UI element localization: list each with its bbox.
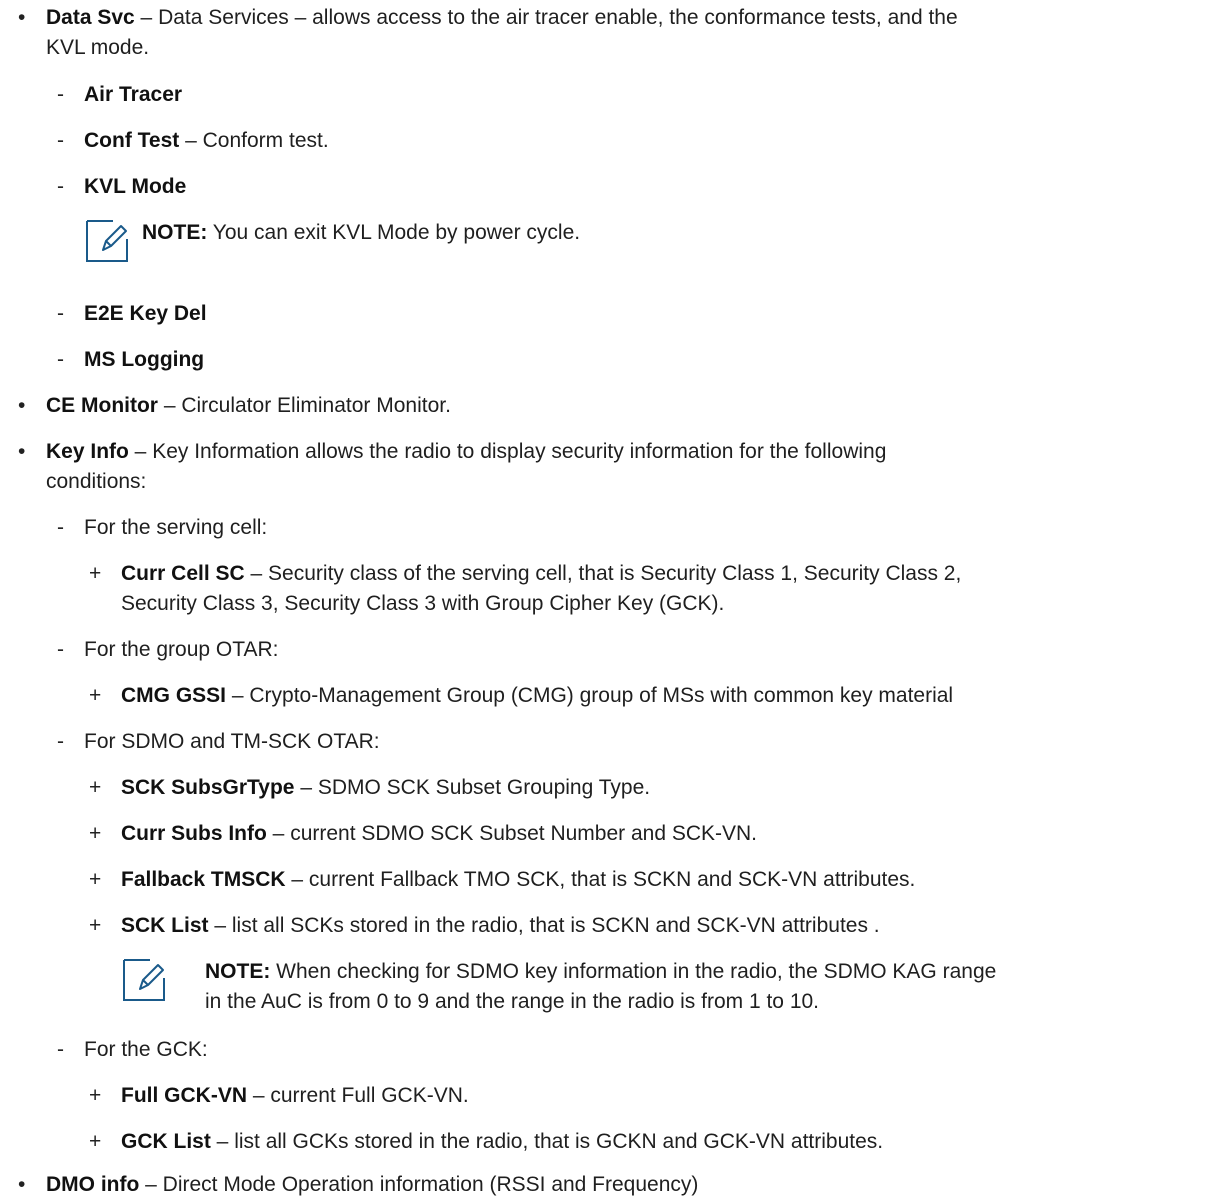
item-term: SCK List — [121, 914, 209, 937]
subitem-air-tracer: Air Tracer — [84, 80, 182, 110]
dmo-info-desc: – Direct Mode Operation information (RSS… — [139, 1173, 699, 1196]
dash-marker: - — [57, 175, 64, 198]
serving-cell-label: For the serving cell: — [84, 516, 268, 539]
item-term: GCK List — [121, 1130, 211, 1153]
dash-marker: - — [57, 516, 64, 539]
cmg-gssi-line: CMG GSSI – Crypto-Management Group (CMG)… — [121, 681, 953, 711]
subitem-conf-test: Conf Test – Conform test. — [84, 126, 329, 156]
dash-marker: - — [57, 638, 64, 661]
note-kvl: NOTE: You can exit KVL Mode by power cyc… — [142, 218, 580, 248]
plus-marker: + — [89, 914, 102, 937]
note-text: You can exit KVL Mode by power cycle. — [207, 221, 581, 244]
item-desc: – list all SCKs stored in the radio, tha… — [208, 914, 880, 937]
ce-monitor-line: CE Monitor – Circulator Eliminator Monit… — [46, 391, 451, 421]
subitem-term: MS Logging — [84, 348, 205, 371]
subitem-term: Air Tracer — [84, 83, 183, 106]
item-term: CMG GSSI — [121, 684, 227, 707]
subitem-kvl-mode: KVL Mode — [84, 172, 186, 202]
bullet-marker: • — [18, 394, 26, 417]
item-desc: – current Full GCK-VN. — [247, 1084, 469, 1107]
sdmo-label: For SDMO and TM-SCK OTAR: — [84, 730, 380, 753]
dmo-info-term: DMO info — [46, 1173, 140, 1196]
subitem-e2e-key-del: E2E Key Del — [84, 299, 207, 329]
note-pencil-icon — [123, 959, 165, 1001]
subitem-term: Conf Test — [84, 129, 180, 152]
subitem-term: KVL Mode — [84, 175, 187, 198]
item-term: Fallback TMSCK — [121, 868, 286, 891]
item-term: Full GCK-VN — [121, 1084, 247, 1107]
bullet-marker: • — [18, 440, 26, 463]
note-sdmo-line1: NOTE: When checking for SDMO key informa… — [205, 957, 996, 987]
dash-marker: - — [57, 129, 64, 152]
item-term: Curr Subs Info — [121, 822, 267, 845]
note-text: When checking for SDMO key information i… — [270, 960, 997, 983]
curr-subs-info-line: Curr Subs Info – current SDMO SCK Subset… — [121, 819, 757, 849]
bullet-marker: • — [18, 6, 26, 29]
plus-marker: + — [89, 868, 102, 891]
sck-subsgrtype-line: SCK SubsGrType – SDMO SCK Subset Groupin… — [121, 773, 650, 803]
curr-cell-sc-line2: Security Class 3, Security Class 3 with … — [121, 592, 725, 615]
dash-marker: - — [57, 83, 64, 106]
ce-monitor-desc: – Circulator Eliminator Monitor. — [157, 394, 451, 417]
dash-marker: - — [57, 348, 64, 371]
plus-marker: + — [89, 1084, 102, 1107]
note-sdmo-line2: in the AuC is from 0 to 9 and the range … — [205, 990, 820, 1013]
item-desc: – current SDMO SCK Subset Number and SCK… — [266, 822, 758, 845]
dash-marker: - — [57, 730, 64, 753]
bullet-marker: • — [18, 1173, 26, 1196]
curr-cell-sc-line1: Curr Cell SC – Security class of the ser… — [121, 559, 961, 589]
gck-list-line: GCK List – list all GCKs stored in the r… — [121, 1127, 883, 1157]
subitem-ms-logging: MS Logging — [84, 345, 204, 375]
item-desc: – SDMO SCK Subset Grouping Type. — [294, 776, 651, 799]
key-info-line2: conditions: — [46, 470, 147, 493]
key-info-term: Key Info — [46, 440, 129, 463]
data-svc-term: Data Svc — [46, 6, 135, 29]
ce-monitor-term: CE Monitor — [46, 394, 158, 417]
item-term: SCK SubsGrType — [121, 776, 295, 799]
plus-marker: + — [89, 776, 102, 799]
item-desc: – current Fallback TMO SCK, that is SCKN… — [285, 868, 916, 891]
sck-list-line: SCK List – list all SCKs stored in the r… — [121, 911, 880, 941]
gck-label: For the GCK: — [84, 1038, 208, 1061]
data-svc-desc: – Data Services – allows access to the a… — [134, 6, 958, 29]
item-term: Curr Cell SC — [121, 562, 245, 585]
plus-marker: + — [89, 684, 102, 707]
fallback-tmsck-line: Fallback TMSCK – current Fallback TMO SC… — [121, 865, 915, 895]
key-info-desc: – Key Information allows the radio to di… — [128, 440, 887, 463]
note-label: NOTE: — [205, 960, 271, 983]
data-svc-line1: Data Svc – Data Services – allows access… — [46, 3, 958, 33]
subitem-desc: – Conform test. — [179, 129, 329, 152]
item-desc: – Security class of the serving cell, th… — [244, 562, 962, 585]
key-info-line1: Key Info – Key Information allows the ra… — [46, 437, 886, 467]
subitem-term: E2E Key Del — [84, 302, 207, 325]
dmo-info-line: DMO info – Direct Mode Operation informa… — [46, 1170, 698, 1200]
full-gck-vn-line: Full GCK-VN – current Full GCK-VN. — [121, 1081, 469, 1111]
item-desc: – list all GCKs stored in the radio, tha… — [210, 1130, 884, 1153]
dash-marker: - — [57, 302, 64, 325]
note-label: NOTE: — [142, 221, 208, 244]
plus-marker: + — [89, 1130, 102, 1153]
group-otar-label: For the group OTAR: — [84, 638, 279, 661]
plus-marker: + — [89, 562, 102, 585]
note-pencil-icon — [86, 220, 128, 262]
item-desc: – Crypto-Management Group (CMG) group of… — [226, 684, 954, 707]
dash-marker: - — [57, 1038, 64, 1061]
plus-marker: + — [89, 822, 102, 845]
data-svc-line2: KVL mode. — [46, 36, 150, 59]
